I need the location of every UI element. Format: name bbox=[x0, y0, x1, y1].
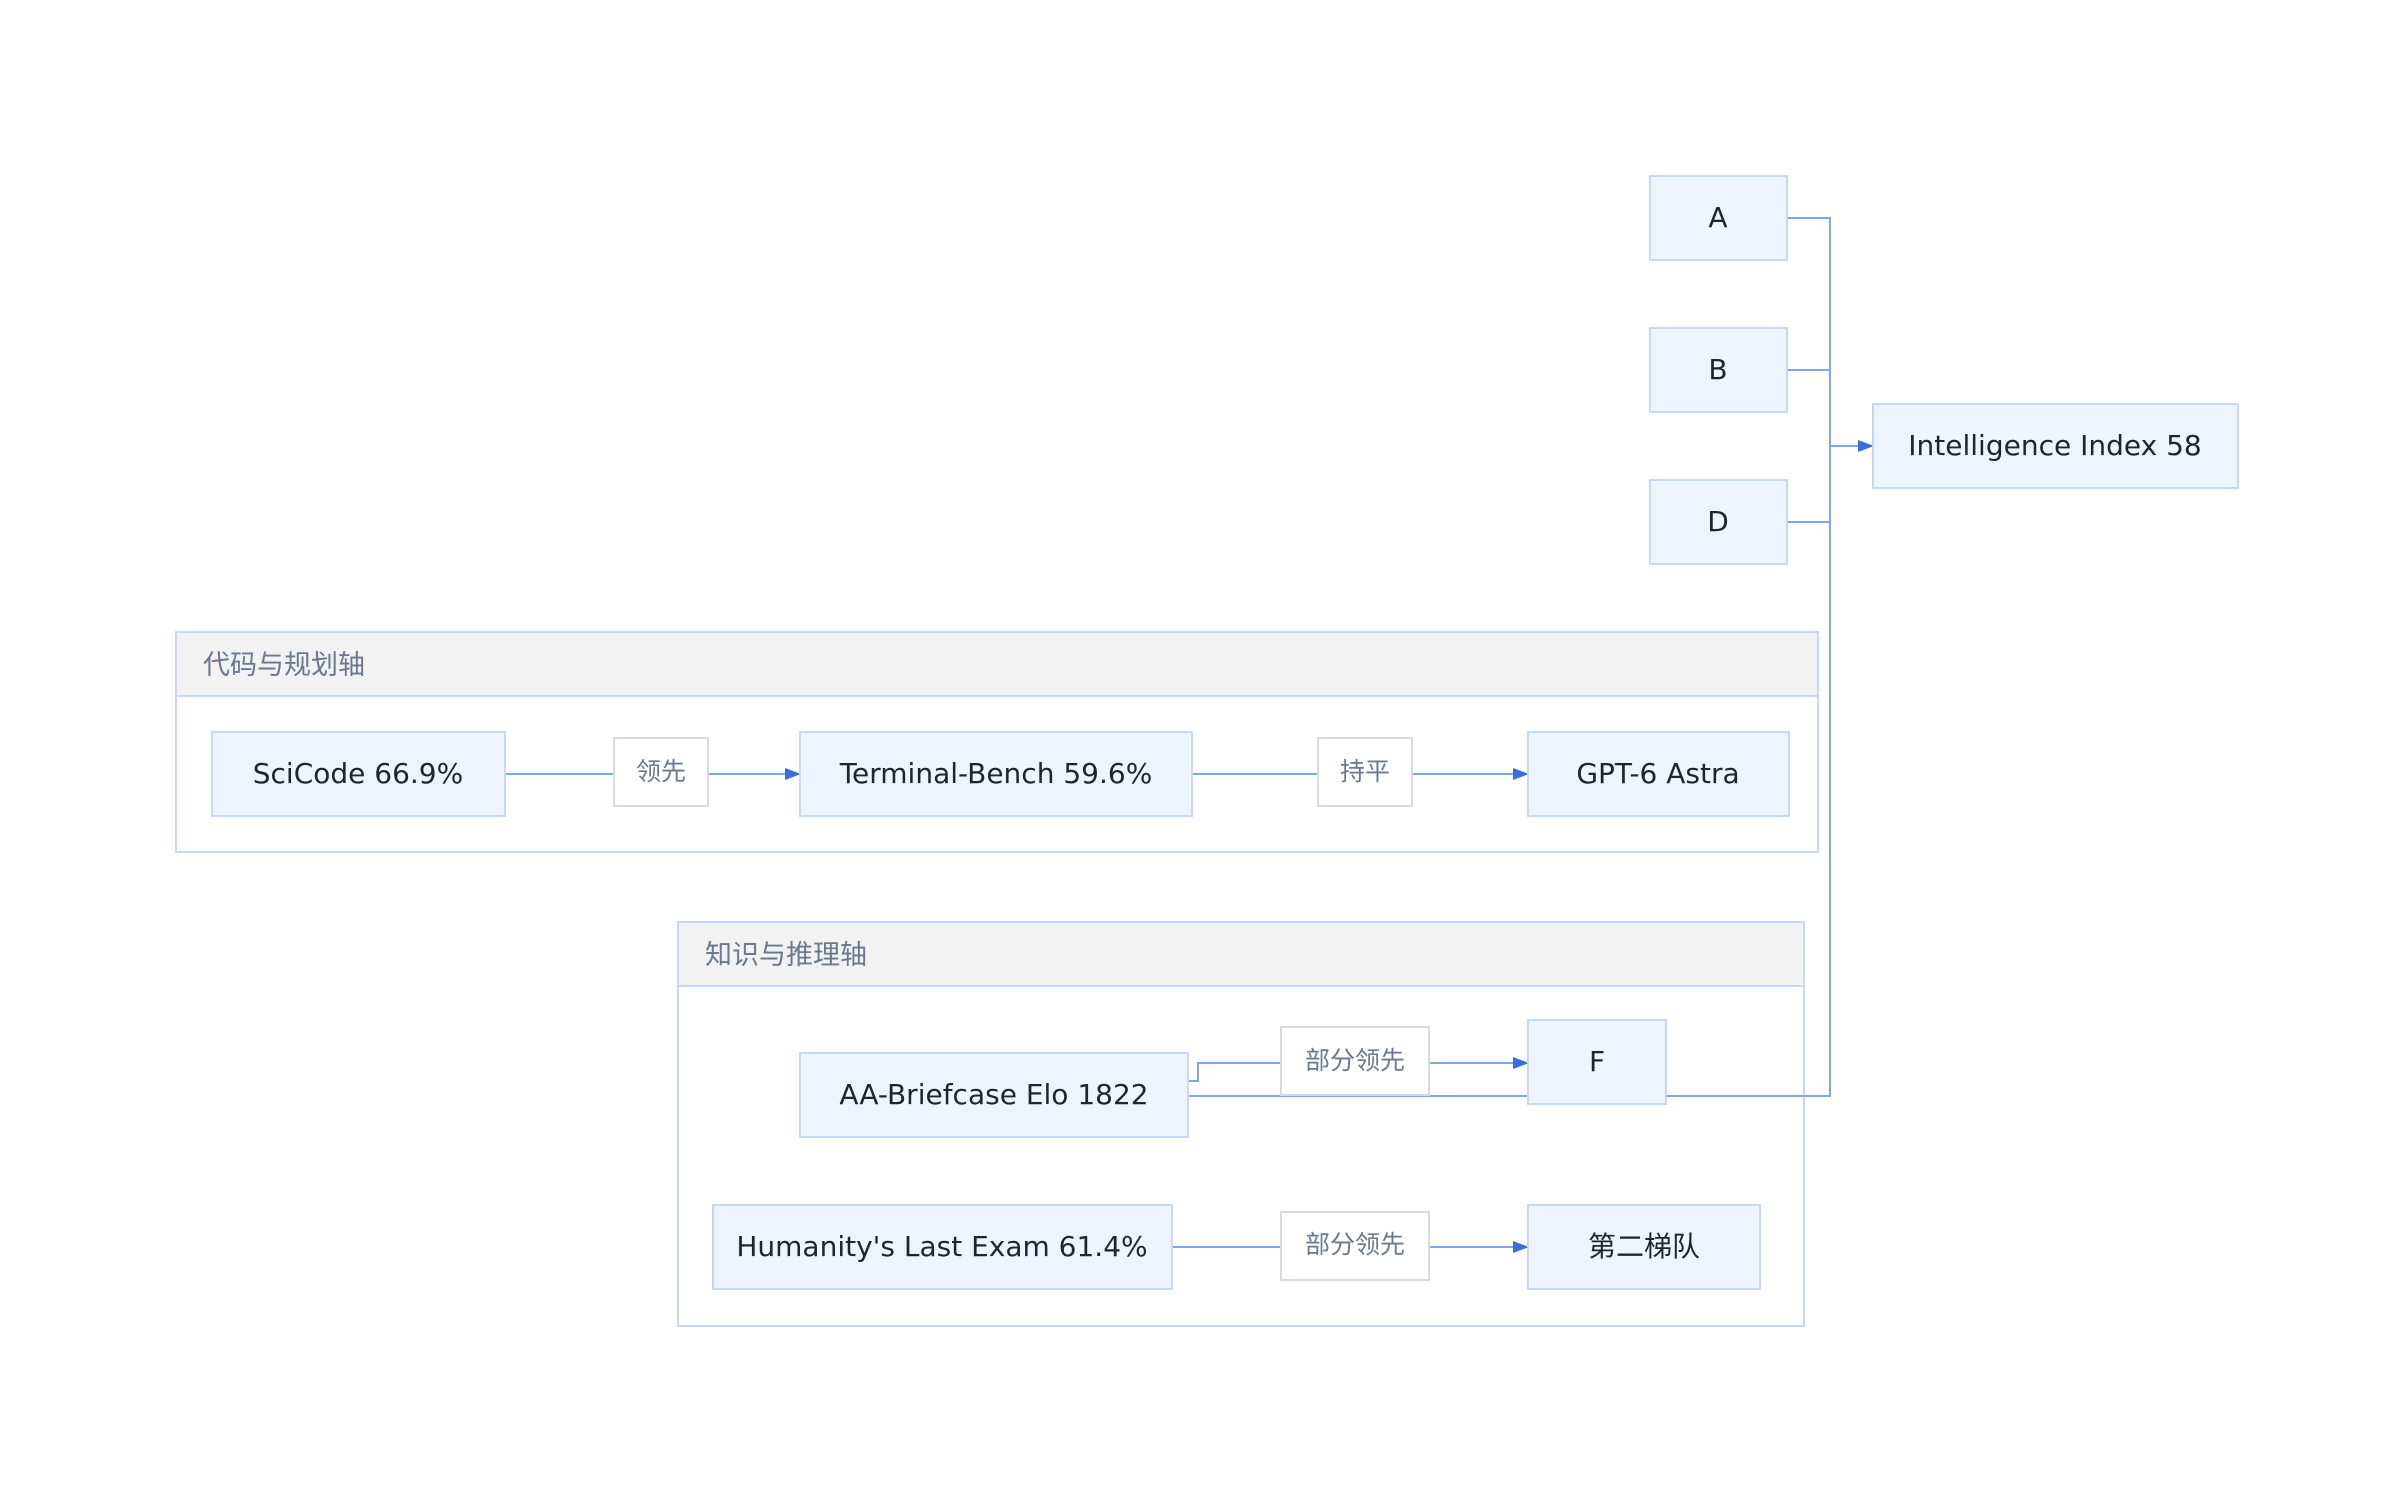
node-gpt6-astra: GPT-6 Astra bbox=[1527, 731, 1790, 817]
edge-label-lead: 领先 bbox=[636, 757, 686, 786]
cluster-knowledge-reasoning-title: 知识与推理轴 bbox=[705, 940, 867, 971]
node-a-label: A bbox=[1708, 201, 1727, 234]
node-aa-briefcase: AA-Briefcase Elo 1822 bbox=[799, 1052, 1189, 1138]
node-scicode-label: SciCode 66.9% bbox=[253, 757, 463, 790]
node-terminal-bench-label: Terminal-Bench 59.6% bbox=[839, 757, 1153, 790]
edge-a-to-index bbox=[1787, 217, 1831, 446]
node-gpt6-astra-label: GPT-6 Astra bbox=[1576, 757, 1739, 790]
node-terminal-bench: Terminal-Bench 59.6% bbox=[799, 731, 1193, 817]
cluster-code-planning-title: 代码与规划轴 bbox=[203, 650, 365, 681]
node-scicode: SciCode 66.9% bbox=[211, 731, 506, 817]
node-b: B bbox=[1649, 327, 1788, 413]
node-intelligence-index-label: Intelligence Index 58 bbox=[1908, 429, 2201, 462]
node-f-label: F bbox=[1589, 1045, 1605, 1078]
edge-label-hle-second-tier: 部分领先 bbox=[1280, 1211, 1430, 1281]
node-intelligence-index: Intelligence Index 58 bbox=[1872, 403, 2239, 489]
node-d-label: D bbox=[1707, 505, 1729, 538]
edge-label-partial-lead-1: 部分领先 bbox=[1305, 1046, 1405, 1075]
edge-label-briefcase-f: 部分领先 bbox=[1280, 1026, 1430, 1096]
node-b-label: B bbox=[1708, 353, 1727, 386]
node-second-tier: 第二梯队 bbox=[1527, 1204, 1761, 1290]
node-aa-briefcase-label: AA-Briefcase Elo 1822 bbox=[839, 1078, 1148, 1111]
edge-label-scicode-terminal: 领先 bbox=[613, 737, 709, 807]
arrowhead-index bbox=[1858, 440, 1874, 452]
node-d: D bbox=[1649, 479, 1788, 565]
edge-label-partial-lead-2: 部分领先 bbox=[1305, 1230, 1405, 1259]
edge-label-tie: 持平 bbox=[1340, 757, 1390, 786]
node-f: F bbox=[1527, 1019, 1667, 1105]
node-second-tier-label: 第二梯队 bbox=[1588, 1230, 1700, 1263]
node-hle: Humanity's Last Exam 61.4% bbox=[712, 1204, 1173, 1290]
node-a: A bbox=[1649, 175, 1788, 261]
node-hle-label: Humanity's Last Exam 61.4% bbox=[736, 1230, 1147, 1263]
flow-diagram: 代码与规划轴 知识与推理轴 领先 持平 部分领先 部分领先 A B D Inte… bbox=[175, 175, 2239, 1327]
edge-d-to-index bbox=[1787, 446, 1831, 523]
edge-label-terminal-gpt6: 持平 bbox=[1317, 737, 1413, 807]
